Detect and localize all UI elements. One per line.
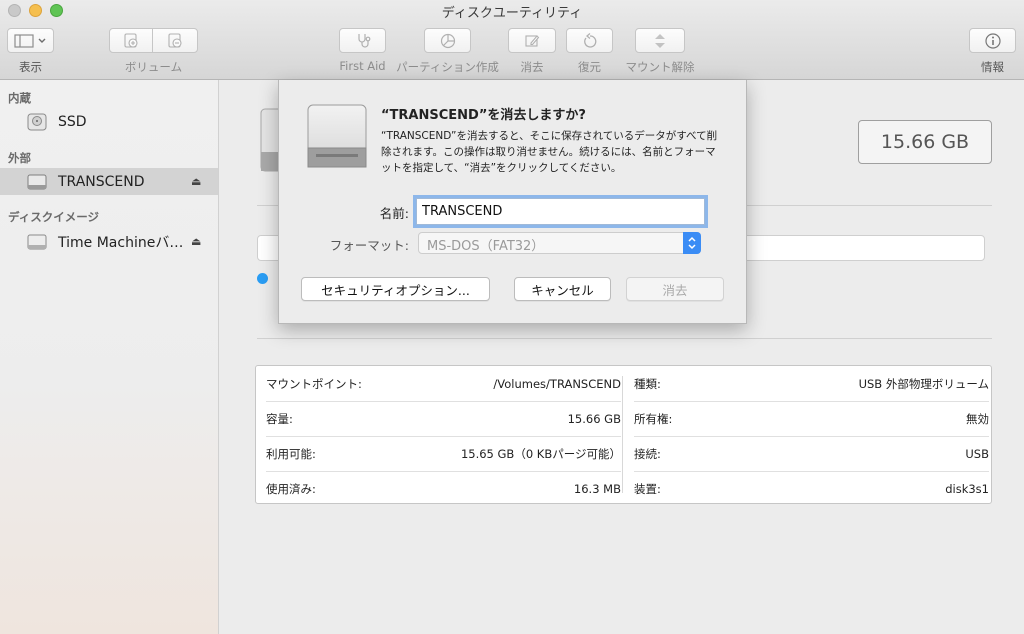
- disk-image-icon: [27, 234, 47, 249]
- info-value: /Volumes/TRANSCEND: [493, 376, 621, 391]
- format-select[interactable]: MS-DOS（FAT32）: [418, 232, 701, 254]
- sidebar: 内蔵 SSD 外部 TRANSCEND ⏏ ディスクイメージ Time Mach…: [0, 80, 219, 634]
- add-volume-icon: [124, 32, 138, 48]
- info-label: 情報: [981, 60, 1004, 74]
- info-key: 所有権:: [634, 412, 673, 426]
- sidebar-item-label: Time Machineバ…: [58, 234, 184, 251]
- info-value: disk3s1: [945, 482, 989, 496]
- info-key: 装置:: [634, 482, 661, 496]
- info-key: 利用可能:: [266, 447, 316, 461]
- info-value: 15.66 GB: [567, 412, 621, 426]
- name-label: 名前:: [379, 206, 409, 221]
- remove-volume-icon: [168, 32, 182, 48]
- format-select-value: MS-DOS（FAT32）: [427, 239, 545, 254]
- sidebar-section-disk-images: ディスクイメージ: [8, 210, 99, 224]
- select-stepper-icon[interactable]: [683, 232, 701, 254]
- info-row: 接続: USB: [634, 436, 989, 471]
- window-titlebar: ディスクユーティリティ 表示 ボリューム First Aid パーティション作成…: [0, 0, 1024, 80]
- info-row: 容量: 15.66 GB: [266, 401, 621, 436]
- info-value: USB 外部物理ボリューム: [858, 376, 989, 391]
- info-row: 所有権: 無効: [634, 401, 989, 436]
- info-key: 容量:: [266, 412, 293, 426]
- info-key: 種類:: [634, 376, 661, 391]
- sidebar-item-time-machine[interactable]: Time Machineバ… ⏏: [0, 228, 218, 255]
- sidebar-item-ssd[interactable]: SSD: [0, 108, 218, 135]
- dialog-message: “TRANSCEND”を消去すると、そこに保存されているデータがすべて削除されま…: [381, 130, 718, 174]
- capacity-badge: 15.66 GB: [858, 120, 992, 164]
- info-value: 15.65 GB（0 KBパージ可能）: [460, 447, 621, 461]
- dialog-title: “TRANSCEND”を消去しますか?: [381, 108, 586, 123]
- security-options-button[interactable]: セキュリティオプション...: [301, 277, 490, 301]
- remove-volume-button[interactable]: [152, 28, 198, 53]
- info-key: 使用済み:: [266, 482, 316, 496]
- sidebar-item-label: SSD: [58, 113, 87, 130]
- erase-label: 消去: [520, 60, 544, 74]
- info-button[interactable]: [969, 28, 1016, 53]
- info-value: 無効: [966, 412, 989, 426]
- volume-label: ボリューム: [124, 60, 183, 74]
- info-icon: [984, 32, 1001, 49]
- info-column-right: 種類: USB 外部物理ボリューム 所有権: 無効 接続: USB 装置: disk3s…: [634, 366, 989, 506]
- partition-label: パーティション作成: [396, 60, 499, 74]
- external-drive-icon: [307, 104, 367, 168]
- info-row: 利用可能: 15.65 GB（0 KBパージ可能）: [266, 436, 621, 471]
- divider: [257, 338, 992, 339]
- erase-pencil-icon: [525, 34, 540, 47]
- restore-label: 復元: [578, 60, 601, 74]
- erase-button[interactable]: [508, 28, 556, 53]
- sidebar-section-internal: 内蔵: [8, 91, 31, 105]
- sidebar-item-label: TRANSCEND: [58, 173, 145, 190]
- external-disk-icon: [27, 174, 47, 189]
- add-volume-button[interactable]: [109, 28, 153, 53]
- erase-dialog: “TRANSCEND”を消去しますか? “TRANSCEND”を消去すると、そこ…: [278, 80, 747, 324]
- unmount-label: マウント解除: [625, 60, 695, 74]
- info-column-left: マウントポイント:/Volumes/TRANSCEND 容量: 15.66 GB …: [266, 366, 621, 506]
- view-button[interactable]: [7, 28, 54, 53]
- usage-legend-dot: [257, 273, 268, 284]
- info-value: USB: [965, 447, 989, 461]
- sidebar-icon: [13, 33, 45, 48]
- partition-button[interactable]: [424, 28, 471, 53]
- sidebar-item-transcend[interactable]: TRANSCEND ⏏: [0, 168, 218, 195]
- eject-icon[interactable]: ⏏: [191, 235, 201, 248]
- unmount-icon: [655, 33, 665, 48]
- info-key: マウントポイント:: [266, 376, 362, 391]
- unmount-button[interactable]: [635, 28, 685, 53]
- cancel-button[interactable]: キャンセル: [514, 277, 611, 301]
- first-aid-button[interactable]: [339, 28, 386, 53]
- info-row: 装置: disk3s1: [634, 471, 989, 506]
- info-key: 接続:: [634, 447, 661, 461]
- stethoscope-icon: [357, 33, 370, 48]
- info-column-divider: [622, 376, 623, 493]
- pie-partition-icon: [440, 33, 455, 48]
- eject-icon[interactable]: ⏏: [191, 175, 201, 188]
- first-aid-label: First Aid: [339, 59, 386, 73]
- restore-arrow-icon: [583, 32, 596, 48]
- sidebar-section-external: 外部: [8, 151, 31, 165]
- name-input[interactable]: [416, 198, 705, 225]
- volume-info-table: マウントポイント:/Volumes/TRANSCEND 容量: 15.66 GB …: [255, 365, 992, 504]
- restore-button[interactable]: [566, 28, 613, 53]
- info-value: 16.3 MB: [573, 482, 621, 496]
- format-label: フォーマット:: [329, 238, 409, 253]
- erase-confirm-button[interactable]: 消去: [626, 277, 724, 301]
- window-title: ディスクユーティリティ: [441, 6, 583, 21]
- info-row: マウントポイント: /Volumes/TRANSCEND: [266, 366, 621, 401]
- view-label: 表示: [19, 60, 42, 74]
- info-row: 使用済み: 16.3 MB: [266, 471, 621, 506]
- info-row: 種類: USB 外部物理ボリューム: [634, 366, 989, 401]
- internal-disk-icon: [27, 113, 47, 130]
